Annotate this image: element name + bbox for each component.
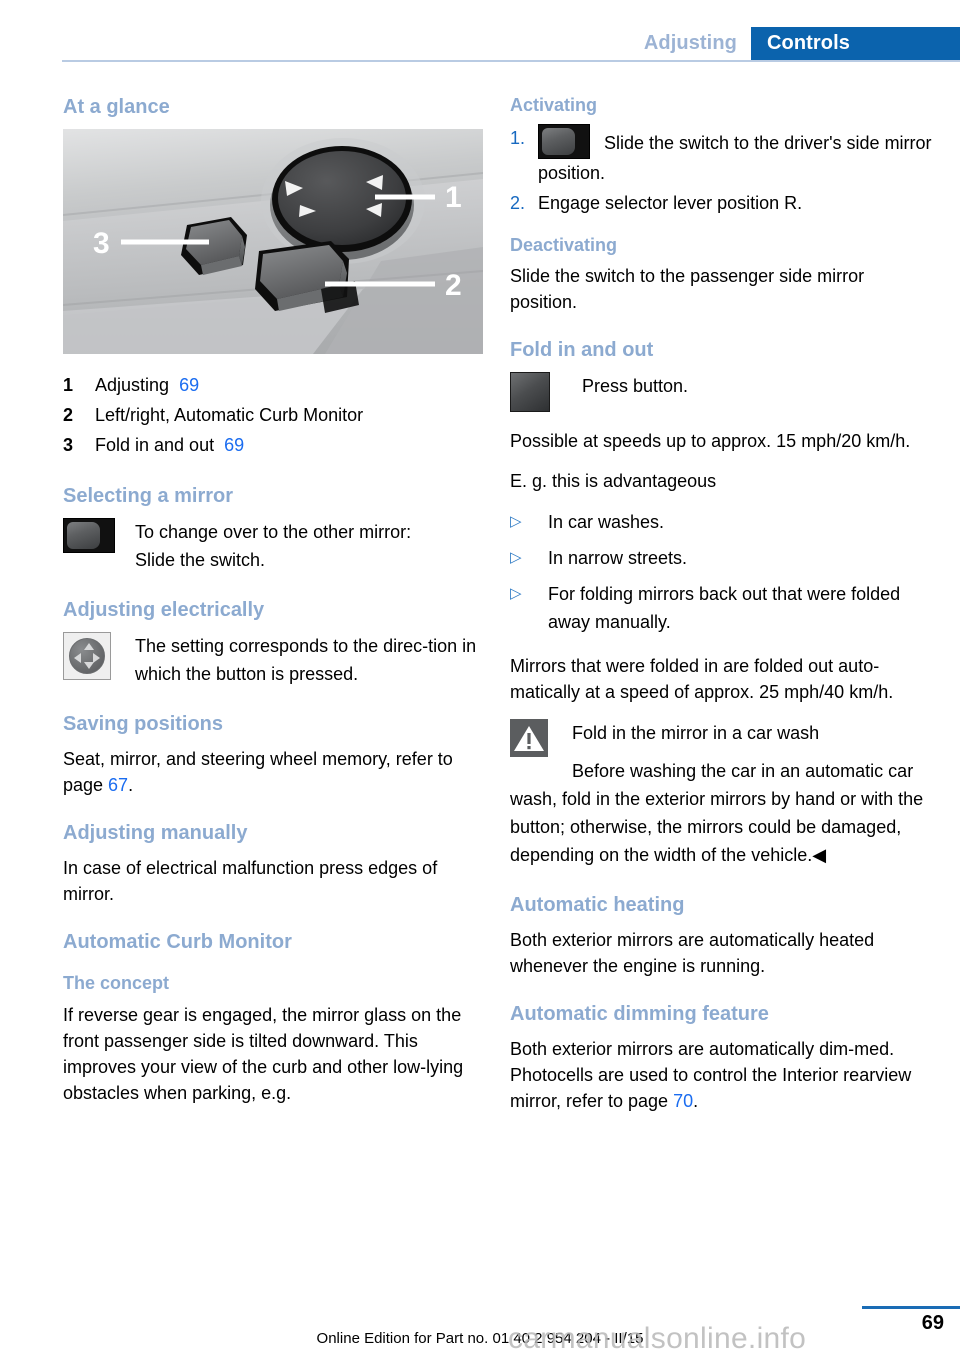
svg-text:3: 3 xyxy=(93,227,110,260)
legend-number: 1 xyxy=(63,375,74,395)
page-header: Adjusting Controls xyxy=(0,0,960,62)
bullet-item: ▷ In car washes. xyxy=(510,508,934,536)
heading-activating: Activating xyxy=(510,95,598,115)
rocker-switch-icon xyxy=(63,518,115,553)
the-concept-text: If reverse gear is engaged, the mirror g… xyxy=(63,1004,464,1103)
adjusting-electrically-text: The setting corresponds to the direc-tio… xyxy=(135,636,477,684)
page-reference-link[interactable]: 67 xyxy=(108,775,128,795)
heading-selecting-a-mirror: Selecting a mirror xyxy=(63,485,234,507)
automatic-dimming-tail: . xyxy=(693,1091,699,1112)
step-item-1: 1. Slide the switch to the driver's side… xyxy=(510,123,934,187)
triangle-bullet-icon: ▷ xyxy=(510,585,522,603)
bullet-text: For folding mirrors back out that were f… xyxy=(548,584,901,633)
legend-item-2: 2 Left/right, Automatic Curb Monitor xyxy=(63,400,483,430)
bullet-text: In car washes. xyxy=(548,512,665,533)
legend-number: 3 xyxy=(63,435,74,455)
footer-divider xyxy=(862,1306,960,1309)
step-number: 1. xyxy=(510,127,526,148)
triangle-bullet-icon: ▷ xyxy=(510,513,522,531)
automatic-dimming-lead: Both exterior mirrors are automatically … xyxy=(510,1039,912,1112)
legend-label-text: Fold in and out xyxy=(95,435,215,455)
heading-the-concept: The concept xyxy=(63,973,170,993)
svg-text:2: 2 xyxy=(445,269,462,302)
step-text: Engage selector lever position R. xyxy=(538,192,803,213)
mirror-controls-figure: 1 2 3 xyxy=(63,129,483,354)
saving-positions-text: Seat, mirror, and steering wheel memory,… xyxy=(63,746,483,798)
square-button-icon xyxy=(510,372,550,413)
page-reference-link[interactable]: 70 xyxy=(673,1091,693,1111)
legend-number: 2 xyxy=(63,405,74,425)
dpad-arrow-down-icon xyxy=(84,662,94,669)
door-panel-illustration: 1 2 3 xyxy=(63,129,483,354)
legend-label: Left/right, Automatic Curb Monitor xyxy=(95,405,364,425)
warning-title: Fold in the mirror in a car wash xyxy=(572,723,820,744)
warning-header: Fold in the mirror in a car wash xyxy=(510,719,934,758)
dpad-arrow-left-icon xyxy=(74,653,81,663)
legend-item-1: 1 Adjusting 69 xyxy=(63,370,483,400)
heading-deactivating: Deactivating xyxy=(510,234,618,255)
bullet-text: In narrow streets. xyxy=(548,548,688,569)
triangle-bullet-icon: ▷ xyxy=(510,549,522,567)
bullet-item: ▷ In narrow streets. xyxy=(510,544,934,572)
dpad-arrow-right-icon xyxy=(93,653,100,663)
warning-body: Before washing the car in an automatic c… xyxy=(510,757,934,869)
fold-speed-text: Possible at speeds up to approx. 15 mph/… xyxy=(510,431,911,452)
icon-container xyxy=(63,632,135,680)
header-divider xyxy=(62,60,960,62)
step-number: 2. xyxy=(510,192,526,213)
dpad-arrow-up-icon xyxy=(84,643,94,650)
warning-body-text: Before washing the car in an automatic c… xyxy=(510,761,924,866)
heading-automatic-curb-monitor: Automatic Curb Monitor xyxy=(63,931,292,953)
icon-container xyxy=(510,719,572,758)
automatic-dimming-text: Both exterior mirrors are automatically … xyxy=(510,1036,934,1114)
heading-at-a-glance: At a glance xyxy=(63,96,170,118)
fold-eg-text: E. g. this is advantageous xyxy=(510,471,717,492)
page-reference-link[interactable]: 69 xyxy=(179,375,199,395)
icon-container xyxy=(63,518,135,553)
heading-fold-in-and-out: Fold in and out xyxy=(510,339,654,362)
step-1-label: Slide the switch to the driver's side mi… xyxy=(538,132,932,183)
legend-label: Adjusting 69 xyxy=(95,370,483,400)
warning-triangle-icon xyxy=(510,719,548,758)
heading-adjusting-electrically: Adjusting electrically xyxy=(63,599,265,621)
heading-adjusting-manually: Adjusting manually xyxy=(63,822,248,844)
adjusting-manually-text: In case of electrical malfunction press … xyxy=(63,858,438,904)
heading-automatic-heating: Automatic heating xyxy=(510,894,685,917)
legend-item-3: 3 Fold in and out 69 xyxy=(63,430,483,460)
breadcrumb: Adjusting Controls xyxy=(634,27,960,60)
selecting-mirror-text: To change over to the other mirror: Slid… xyxy=(135,518,483,574)
adjusting-electrically-instruction: The setting corresponds to the direc-tio… xyxy=(63,632,483,688)
selecting-mirror-line2: Slide the switch. xyxy=(135,550,266,570)
fold-press-text: Press button. xyxy=(582,376,689,397)
breadcrumb-chapter: Controls xyxy=(750,27,960,60)
right-column: Activating 1. Slide the switch to the dr… xyxy=(510,95,934,1128)
fold-auto-text: Mirrors that were folded in are folded o… xyxy=(510,656,894,703)
warning-notice: Fold in the mirror in a car wash Before … xyxy=(510,719,934,869)
selecting-mirror-instruction: To change over to the other mirror: Slid… xyxy=(63,518,483,574)
saving-positions-tail: . xyxy=(128,775,134,795)
step-item-2: 2. Engage selector lever position R. xyxy=(510,189,934,217)
heading-automatic-dimming: Automatic dimming feature xyxy=(510,1003,769,1026)
left-column: At a glance 1 2 3 1 Adjusting 69 2 Left/… xyxy=(63,95,483,1120)
edition-note: Online Edition for Part no. 01 40 2 954 … xyxy=(316,1330,644,1347)
fold-press-instruction: Press button. xyxy=(510,372,934,413)
warning-end-marker: ◀ xyxy=(812,845,827,866)
selecting-mirror-line1: To change over to the other mirror: xyxy=(135,522,412,542)
manual-page: Adjusting Controls At a glance 1 2 3 1 A… xyxy=(0,0,960,1362)
page-reference-link[interactable]: 69 xyxy=(224,435,244,455)
step-text: Slide the switch to the driver's side mi… xyxy=(538,123,934,187)
automatic-heating-text: Both exterior mirrors are automatically … xyxy=(510,930,875,977)
icon-container xyxy=(510,372,582,413)
svg-text:1: 1 xyxy=(445,181,462,214)
rocker-switch-icon xyxy=(538,123,590,159)
breadcrumb-section: Adjusting xyxy=(643,32,737,54)
bullet-item: ▷ For folding mirrors back out that were… xyxy=(510,580,934,636)
legend-label: Fold in and out 69 xyxy=(95,430,483,460)
site-watermark: carmanualsonline.info xyxy=(508,1322,807,1355)
deactivating-text: Slide the switch to the passenger side m… xyxy=(510,266,865,313)
legend-label-text: Adjusting xyxy=(95,375,170,395)
dpad-icon xyxy=(63,632,111,680)
heading-saving-positions: Saving positions xyxy=(63,713,224,735)
